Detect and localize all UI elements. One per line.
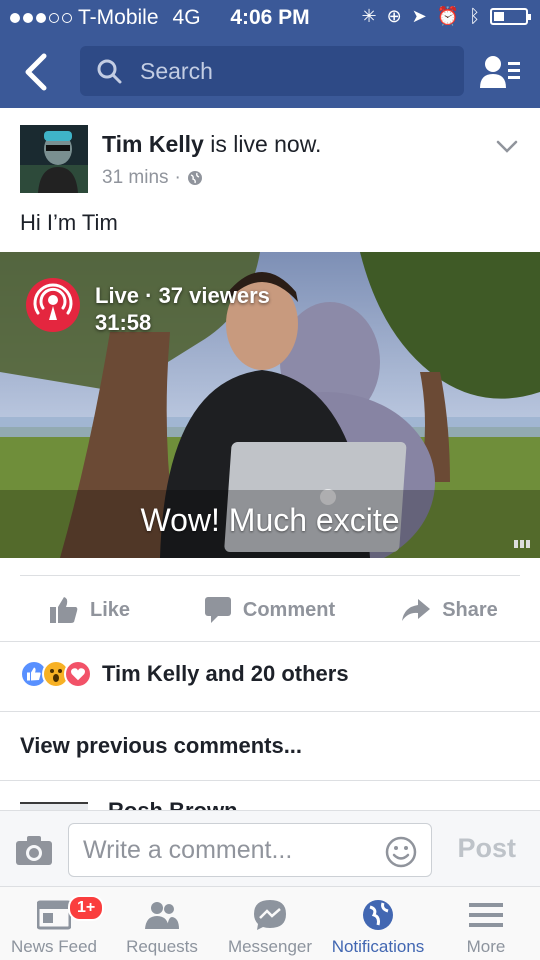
tab-news-feed[interactable]: 1+ News Feed <box>0 887 108 960</box>
divider <box>20 575 520 576</box>
smiley-icon <box>385 836 417 868</box>
share-button[interactable]: Share <box>360 580 540 640</box>
tab-more[interactable]: More <box>432 887 540 960</box>
divider <box>0 641 540 642</box>
tab-messenger[interactable]: Messenger <box>216 887 324 960</box>
like-label: Like <box>89 598 131 621</box>
comment-label: Comment <box>242 598 336 621</box>
news-feed-badge: 1+ <box>68 895 105 921</box>
reactions-summary[interactable]: Tim Kelly and 20 others <box>20 660 349 688</box>
signal-bars-icon <box>514 540 532 548</box>
bottom-tab-bar: 1+ News Feed Requests Messenger Notifica… <box>0 886 540 960</box>
back-button[interactable] <box>22 52 52 92</box>
news-feed-icon <box>37 900 71 930</box>
live-info: Live · 37 viewers 31:58 <box>95 282 270 336</box>
chevron-down-icon <box>496 140 518 153</box>
post-comment-button[interactable]: Post <box>457 833 516 864</box>
post-actions: Like Comment Share <box>0 580 540 640</box>
status-bar: T-Mobile 4G 4:06 PM ✳ ⊕ ➤ ⏰ ᛒ <box>0 0 540 36</box>
live-video[interactable]: Live · 37 viewers 31:58 Wow! Much excite <box>0 252 540 558</box>
divider <box>0 711 540 712</box>
live-duration: 31:58 <box>95 310 152 335</box>
post-meta: 31 mins · <box>102 167 203 189</box>
battery-icon <box>490 8 531 25</box>
comment-input[interactable]: Write a comment... <box>68 823 432 877</box>
meta-separator: · <box>174 167 181 188</box>
tab-label: News Feed <box>11 937 97 956</box>
author-name[interactable]: Tim Kelly <box>102 131 204 157</box>
public-globe-icon <box>187 171 202 185</box>
tab-requests[interactable]: Requests <box>108 887 216 960</box>
location-icon: ➤ <box>411 6 427 26</box>
video-caption: Wow! Much excite <box>0 490 540 558</box>
messenger-icon <box>254 900 286 930</box>
bluetooth-icon: ᛒ <box>469 6 480 26</box>
live-viewers: Live · 37 viewers <box>95 283 270 308</box>
share-arrow-icon <box>402 599 431 621</box>
post-options-button[interactable] <box>496 139 518 155</box>
globe-icon <box>363 900 393 930</box>
live-broadcast-icon <box>33 283 73 320</box>
reactions-text: Tim Kelly and 20 others <box>102 661 349 686</box>
back-chevron-icon <box>25 53 47 91</box>
comment-button[interactable]: Comment <box>180 580 360 640</box>
post-body: Hi I’m Tim <box>20 210 118 235</box>
tab-label: More <box>466 937 506 956</box>
post-title: Tim Kelly is live now. <box>102 131 321 158</box>
comment-placeholder: Write a comment... <box>83 836 293 864</box>
live-badge <box>26 278 80 332</box>
camera-button[interactable] <box>16 835 52 865</box>
menu-icon <box>469 903 503 927</box>
thumbs-up-icon <box>49 597 78 623</box>
activity-icon: ✳ <box>361 6 377 26</box>
post-timestamp[interactable]: 31 mins <box>102 167 169 189</box>
rotation-lock-icon: ⊕ <box>386 6 402 26</box>
alarm-icon: ⏰ <box>436 6 460 26</box>
search-placeholder: Search <box>140 57 213 84</box>
tab-label: Notifications <box>331 937 425 956</box>
top-nav-bar: Search <box>0 36 540 108</box>
divider <box>0 780 540 781</box>
comment-composer: Write a comment... Post <box>0 810 540 886</box>
camera-icon <box>16 836 52 865</box>
requests-icon <box>145 902 179 929</box>
tab-label: Messenger <box>227 937 313 956</box>
like-button[interactable]: Like <box>0 580 180 640</box>
comment-icon <box>204 597 231 623</box>
view-previous-comments-link[interactable]: View previous comments... <box>20 733 302 759</box>
tab-label: Requests <box>126 937 198 956</box>
tab-notifications[interactable]: Notifications <box>324 887 432 960</box>
friend-list-button[interactable] <box>480 54 520 90</box>
search-icon <box>97 59 122 84</box>
sticker-button[interactable] <box>385 834 417 868</box>
author-avatar[interactable] <box>20 125 88 193</box>
love-reaction-icon <box>64 660 92 688</box>
search-input[interactable]: Search <box>80 46 464 96</box>
share-label: Share <box>442 598 498 621</box>
post-status: is live now. <box>210 131 322 157</box>
friend-list-icon <box>480 56 520 88</box>
